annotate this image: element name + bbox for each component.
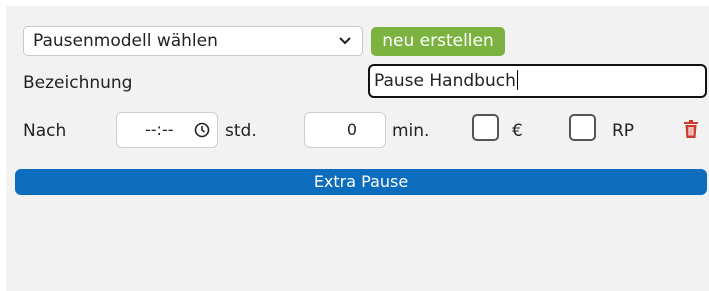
name-label: Bezeichnung bbox=[23, 73, 133, 93]
time-input-value: --:-- bbox=[145, 120, 174, 139]
after-label: Nach bbox=[23, 121, 67, 141]
break-model-select[interactable]: Pausenmodell wählen bbox=[23, 26, 363, 56]
rp-checkbox-label: RP bbox=[612, 121, 635, 141]
name-input[interactable]: Pause Handbuch bbox=[368, 64, 707, 98]
extra-break-button[interactable]: Extra Pause bbox=[15, 169, 707, 195]
euro-checkbox[interactable] bbox=[472, 114, 499, 141]
hours-unit-label: std. bbox=[225, 121, 257, 141]
minutes-input[interactable]: 0 bbox=[304, 112, 386, 148]
trash-icon[interactable] bbox=[683, 120, 699, 138]
chevron-down-icon bbox=[339, 37, 351, 45]
clock-icon[interactable] bbox=[194, 122, 210, 138]
rp-checkbox[interactable] bbox=[569, 114, 596, 141]
create-new-button[interactable]: neu erstellen bbox=[371, 27, 505, 56]
minutes-unit-label: min. bbox=[392, 121, 430, 141]
break-model-select-value: Pausenmodell wählen bbox=[33, 31, 218, 51]
name-input-value: Pause Handbuch bbox=[374, 71, 516, 91]
euro-checkbox-label: € bbox=[512, 121, 523, 141]
text-caret bbox=[516, 70, 518, 90]
time-input[interactable]: --:-- bbox=[116, 112, 218, 148]
